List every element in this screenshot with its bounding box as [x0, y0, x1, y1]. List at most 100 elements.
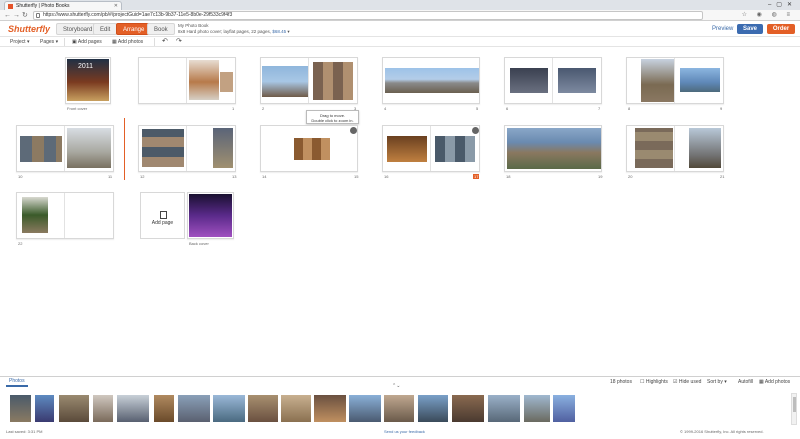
- photo-thumbnail[interactable]: [452, 395, 484, 422]
- arrange-canvas[interactable]: 2011 Front cover 1 2 3 4 5 6 7 8 9 Drag …: [0, 47, 800, 376]
- tab-photos[interactable]: Photos: [6, 377, 28, 387]
- photo-thumbnail[interactable]: [418, 395, 448, 422]
- page-photo[interactable]: [67, 128, 111, 168]
- spread-6-7[interactable]: [504, 57, 602, 104]
- shutterfly-logo[interactable]: Shutterfly: [8, 24, 50, 34]
- order-button[interactable]: Order: [767, 24, 795, 34]
- chevron-down-icon[interactable]: ▾: [287, 29, 289, 34]
- photo-thumbnail[interactable]: [213, 395, 245, 422]
- photo-thumbnail[interactable]: [524, 395, 550, 422]
- photo-thumbnail[interactable]: [154, 395, 174, 422]
- browser-tab[interactable]: Shutterfly | Photo Books ✕: [4, 1, 122, 10]
- project-price[interactable]: $68.45: [272, 29, 286, 34]
- photo-thumbnail[interactable]: [59, 395, 89, 422]
- photo-thumbnail[interactable]: [314, 395, 346, 422]
- page-photo[interactable]: [435, 136, 475, 162]
- preview-link[interactable]: Preview: [712, 26, 733, 32]
- pages-menu[interactable]: Pages ▾: [40, 38, 58, 46]
- reload-icon[interactable]: ↻: [22, 11, 28, 20]
- page-photo[interactable]: [294, 138, 330, 160]
- page-photo[interactable]: [313, 62, 353, 100]
- page-22[interactable]: [17, 193, 65, 238]
- photo-thumbnail[interactable]: [35, 395, 54, 422]
- page-13[interactable]: [187, 126, 235, 171]
- page-3[interactable]: [309, 58, 357, 103]
- extension-icons[interactable]: ☆ ◉ ◍ ≡: [742, 11, 794, 18]
- page-21[interactable]: [675, 126, 723, 171]
- photo-thumbnail[interactable]: [248, 395, 278, 422]
- project-menu[interactable]: Project ▾: [10, 38, 29, 46]
- spread-20-21[interactable]: [626, 125, 724, 172]
- spread-1[interactable]: [138, 57, 236, 104]
- page-photo[interactable]: [189, 60, 219, 100]
- page-12[interactable]: [139, 126, 187, 171]
- back-cover[interactable]: [187, 192, 234, 239]
- spread-22[interactable]: [16, 192, 114, 239]
- address-bar[interactable]: https://www.shutterfly.com/pb/#/projectG…: [33, 11, 703, 20]
- front-cover[interactable]: 2011: [65, 57, 111, 104]
- photo-thumbnail[interactable]: [10, 395, 31, 422]
- page-17[interactable]: [431, 126, 479, 171]
- page-7[interactable]: [553, 58, 601, 103]
- page-1[interactable]: [187, 58, 235, 103]
- window-controls[interactable]: –▢✕: [768, 1, 797, 8]
- spread-4-5[interactable]: [382, 57, 480, 104]
- page-photo[interactable]: [680, 68, 720, 92]
- highlights-toggle[interactable]: ☐ Highlights: [640, 379, 668, 385]
- photo-strip-scrollbar[interactable]: [791, 393, 797, 425]
- redo-icon[interactable]: ↷: [176, 38, 182, 46]
- page-photo[interactable]: [142, 129, 184, 167]
- add-photos-panel-button[interactable]: ▦ Add photos: [759, 379, 790, 385]
- page-photo[interactable]: [213, 128, 233, 168]
- page-blank[interactable]: [65, 193, 113, 238]
- page-20[interactable]: [627, 126, 675, 171]
- spread-14-15[interactable]: [260, 125, 358, 172]
- page-2[interactable]: [261, 58, 309, 103]
- hide-used-toggle[interactable]: ☑ Hide used: [673, 379, 701, 385]
- scrollbar-thumb[interactable]: [793, 397, 796, 412]
- page-9[interactable]: [675, 58, 723, 103]
- page-photo[interactable]: [20, 136, 62, 162]
- add-page-button[interactable]: Add page: [140, 192, 185, 239]
- tab-book[interactable]: Book: [147, 23, 175, 35]
- photo-thumbnail[interactable]: [384, 395, 414, 422]
- page-11[interactable]: [65, 126, 113, 171]
- feedback-link[interactable]: Send us your feedback: [384, 429, 425, 434]
- autofill-button[interactable]: Autofill: [738, 379, 753, 385]
- page-photo[interactable]: [220, 72, 233, 92]
- photo-thumbnail[interactable]: [93, 395, 113, 422]
- photo-thumbnail[interactable]: [349, 395, 381, 422]
- photo-thumbnail[interactable]: [117, 395, 149, 422]
- spread-18-19[interactable]: [504, 125, 602, 172]
- page-photo[interactable]: [635, 128, 673, 168]
- page-photo[interactable]: [510, 68, 548, 93]
- cover-photo[interactable]: [189, 194, 232, 237]
- photo-thumbnail[interactable]: [281, 395, 311, 422]
- back-icon[interactable]: ←: [4, 11, 11, 20]
- page-16[interactable]: [383, 126, 431, 171]
- undo-icon[interactable]: ↶: [162, 38, 168, 46]
- page-photo[interactable]: [22, 197, 48, 233]
- forward-icon[interactable]: →: [13, 11, 20, 20]
- spread-10-11[interactable]: [16, 125, 114, 172]
- page-photo[interactable]: [689, 128, 721, 168]
- collapse-panel-icon[interactable]: ⌃⌄: [392, 383, 400, 389]
- photo-thumbnail[interactable]: [488, 395, 520, 422]
- tab-edit[interactable]: Edit: [93, 23, 118, 35]
- page-photo[interactable]: [558, 68, 596, 93]
- page-8[interactable]: [627, 58, 675, 103]
- photo-thumbnail[interactable]: [553, 395, 575, 422]
- page-photo-panorama[interactable]: [385, 68, 479, 93]
- spread-16-17[interactable]: [382, 125, 480, 172]
- sort-by-menu[interactable]: Sort by ▾: [707, 379, 727, 385]
- page-photo[interactable]: [641, 59, 674, 102]
- settings-icon[interactable]: [350, 127, 357, 134]
- page-photo-panorama[interactable]: [507, 128, 601, 169]
- add-photos-button[interactable]: ▦ Add photos: [112, 38, 143, 46]
- spread-12-13[interactable]: [138, 125, 236, 172]
- close-tab-icon[interactable]: ✕: [114, 2, 118, 10]
- photo-thumbnail[interactable]: [178, 395, 210, 422]
- spread-8-9[interactable]: [626, 57, 724, 104]
- settings-icon[interactable]: [472, 127, 479, 134]
- add-pages-button[interactable]: ▣ Add pages: [72, 38, 102, 46]
